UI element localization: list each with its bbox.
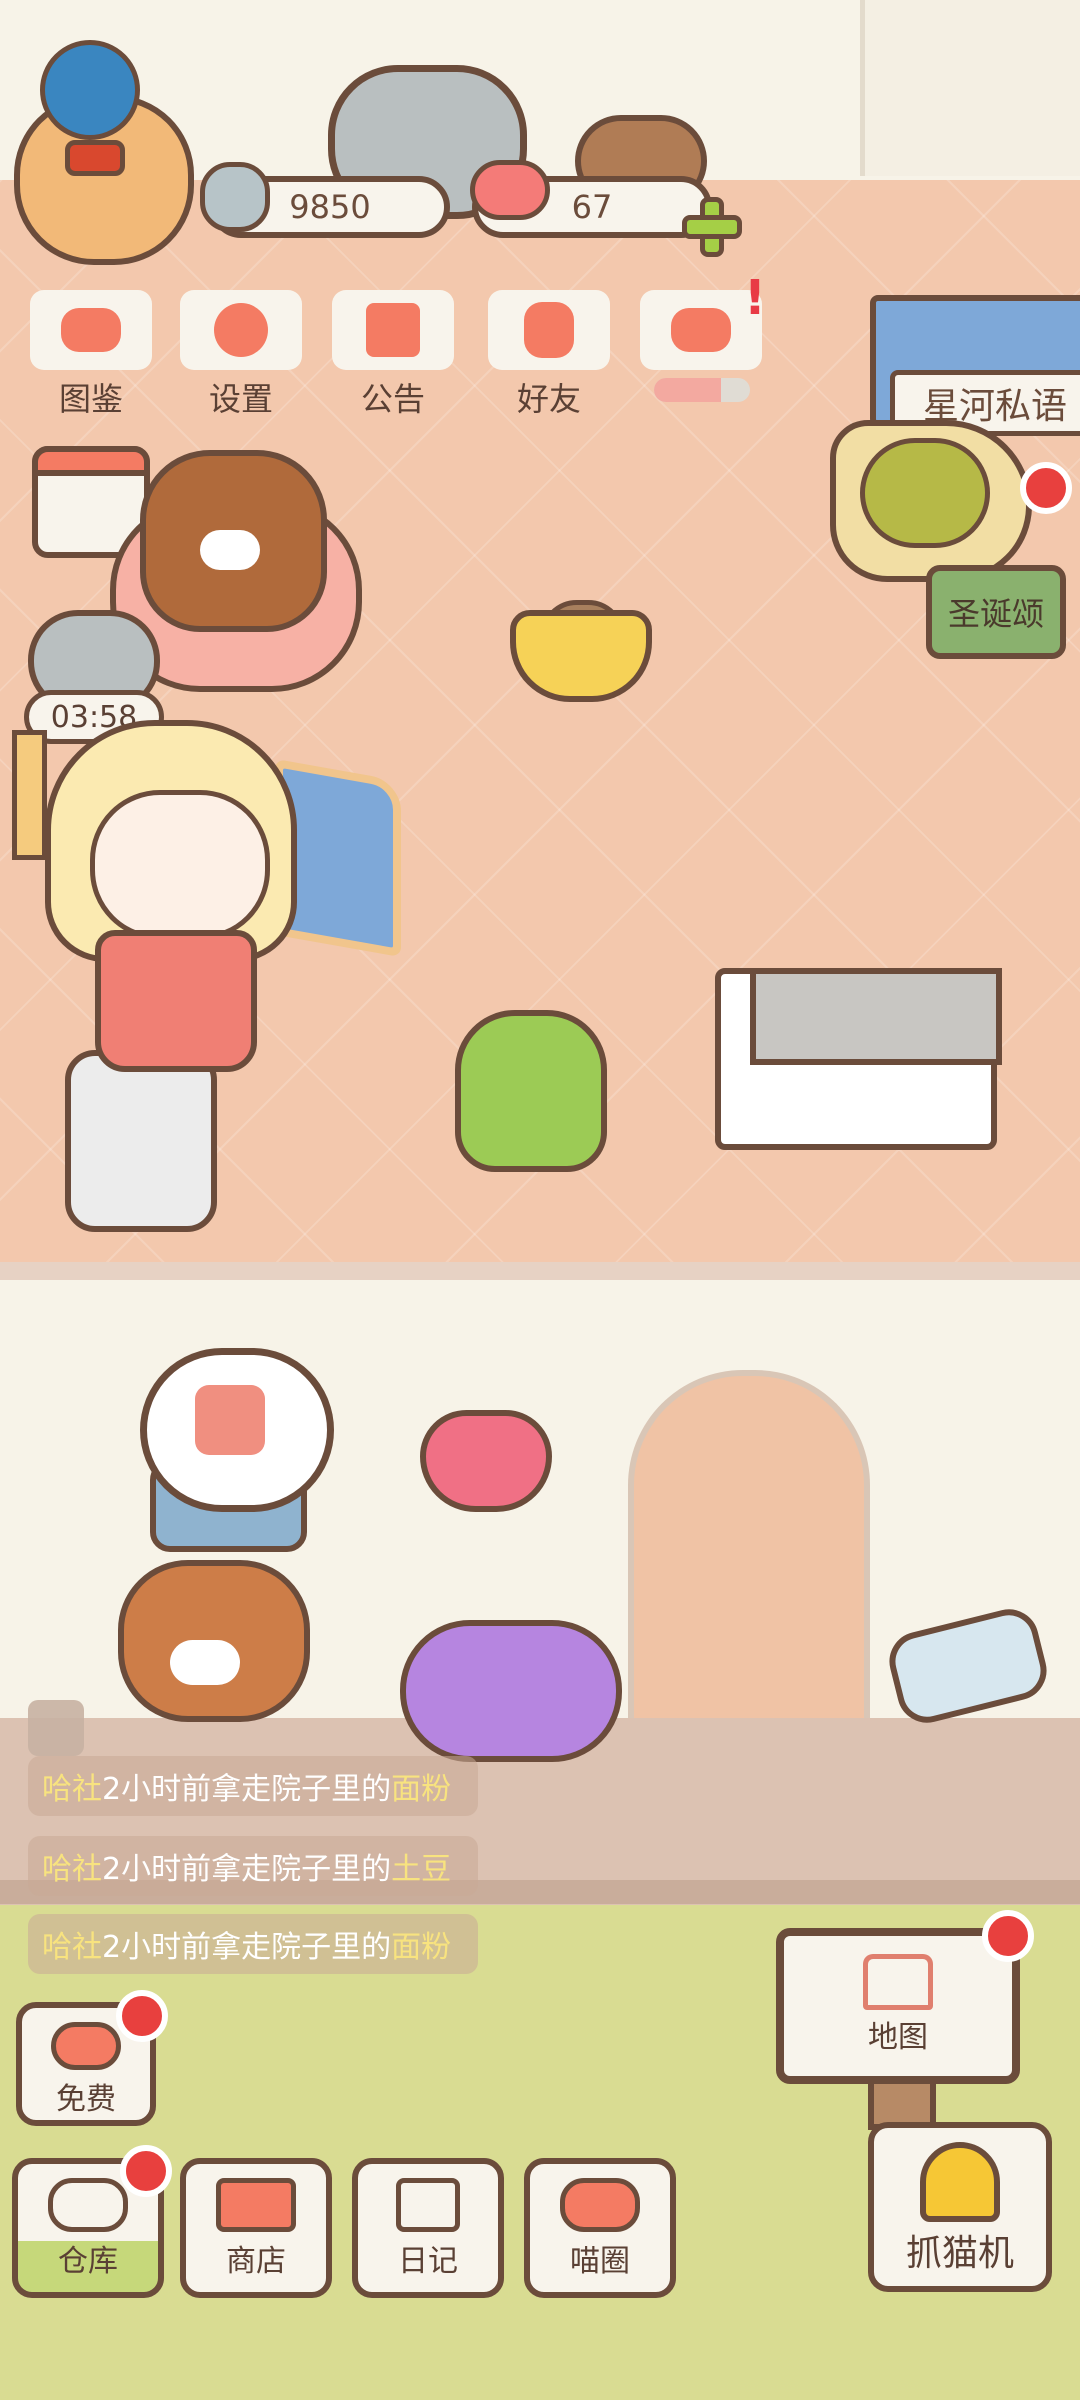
- add-hearts-button[interactable]: [680, 195, 744, 259]
- event-progress-fill: [654, 378, 722, 402]
- house-icon: [863, 1954, 933, 2010]
- girl-dress: [95, 930, 257, 1072]
- feed-item-name: 面粉: [391, 1772, 452, 1807]
- meow-circle-button[interactable]: 喵圈: [524, 2158, 676, 2298]
- heart-sign[interactable]: [420, 1410, 552, 1512]
- storage-box-lid: [750, 968, 1002, 1065]
- map-button[interactable]: 地图: [776, 1928, 1020, 2084]
- frog-character[interactable]: [455, 1010, 607, 1172]
- feed-item: 哈社 2小时前拿走院子里的 面粉: [28, 1914, 478, 1974]
- avatar-face: [40, 40, 140, 140]
- claw-machine-button[interactable]: 抓猫机: [868, 2122, 1052, 2292]
- menu-friends[interactable]: 好友: [488, 290, 610, 418]
- menu-tujian-label: 图鉴: [58, 380, 123, 418]
- menu-announcement-label: 公告: [360, 380, 425, 418]
- feed-item-name: 面粉: [391, 1930, 452, 1965]
- map-label: 地图: [868, 2020, 928, 2055]
- notification-dot: [982, 1910, 1034, 1962]
- diary-icon: [396, 2178, 460, 2232]
- cat-head-icon: [30, 290, 152, 370]
- menu-settings[interactable]: 设置: [180, 290, 302, 418]
- diary-button[interactable]: 日记: [352, 2158, 504, 2298]
- diary-label: 日记: [398, 2244, 458, 2279]
- feed-user-name: 哈社: [42, 1772, 102, 1807]
- claw-icon: [920, 2142, 1000, 2222]
- hearts-value: 67: [571, 188, 613, 226]
- fork-knife-icon: [195, 1385, 265, 1455]
- menu-tujian[interactable]: 图鉴: [30, 290, 152, 418]
- arched-door[interactable]: [628, 1370, 870, 1726]
- rice-ball-icon: [48, 2178, 128, 2232]
- calendar-header: [32, 446, 150, 476]
- hydrangea-flowers[interactable]: [400, 1620, 622, 1762]
- feed-text: 2小时前拿走院子里的: [102, 1772, 392, 1807]
- shop-icon: [216, 2178, 296, 2232]
- tabby-cat-face: [200, 530, 260, 570]
- friends-icon: [488, 290, 610, 370]
- warehouse-label: 仓库: [58, 2244, 118, 2279]
- cat-bed-hole: [860, 438, 990, 548]
- feed-user-name: 哈社: [42, 1852, 102, 1887]
- floor-edge: [0, 1262, 1080, 1280]
- menu-settings-label: 设置: [208, 380, 273, 418]
- feed-text: 2小时前拿走院子里的: [102, 1852, 392, 1887]
- coins-value: 9850: [289, 188, 371, 226]
- feed-item-name: 土豆: [391, 1852, 452, 1887]
- alert-icon: !: [744, 270, 766, 326]
- cat-planet-icon: [560, 2178, 640, 2232]
- gift-icon: [332, 290, 454, 370]
- feed-item: 哈社 2小时前拿走院子里的 面粉: [28, 1756, 478, 1816]
- feed-item: 哈社 2小时前拿走院子里的 土豆: [28, 1836, 478, 1896]
- avatar-bow: [65, 140, 125, 176]
- gear-icon: [180, 290, 302, 370]
- feed-text: 2小时前拿走院子里的: [102, 1930, 392, 1965]
- chat-toggle-icon[interactable]: [28, 1700, 84, 1756]
- claw-machine-label: 抓猫机: [905, 2233, 1014, 2274]
- shop-button[interactable]: 商店: [180, 2158, 332, 2298]
- notification-dot: [120, 2145, 172, 2197]
- orange-cat-face: [170, 1640, 240, 1685]
- heart-currency-icon: [470, 160, 550, 220]
- notification-dot: [1020, 462, 1072, 514]
- trash-can[interactable]: [65, 1050, 217, 1232]
- heart-cat-icon: [51, 2022, 121, 2070]
- event-progress-bar: [654, 378, 750, 402]
- free-label: 免费: [56, 2082, 116, 2117]
- menu-announcement[interactable]: 公告: [332, 290, 454, 418]
- notification-dot: [116, 1990, 168, 2042]
- feed-user-name: 哈社: [42, 1930, 102, 1965]
- wall-panel: [860, 0, 1080, 176]
- menu-friends-label: 好友: [516, 380, 581, 418]
- christmas-carol-button[interactable]: 圣诞颂: [926, 565, 1066, 659]
- folding-screen: [12, 730, 47, 860]
- shop-label: 商店: [226, 2244, 286, 2279]
- fish-icon: [200, 162, 270, 232]
- girl-face: [90, 790, 270, 940]
- meow-circle-label: 喵圈: [570, 2244, 630, 2279]
